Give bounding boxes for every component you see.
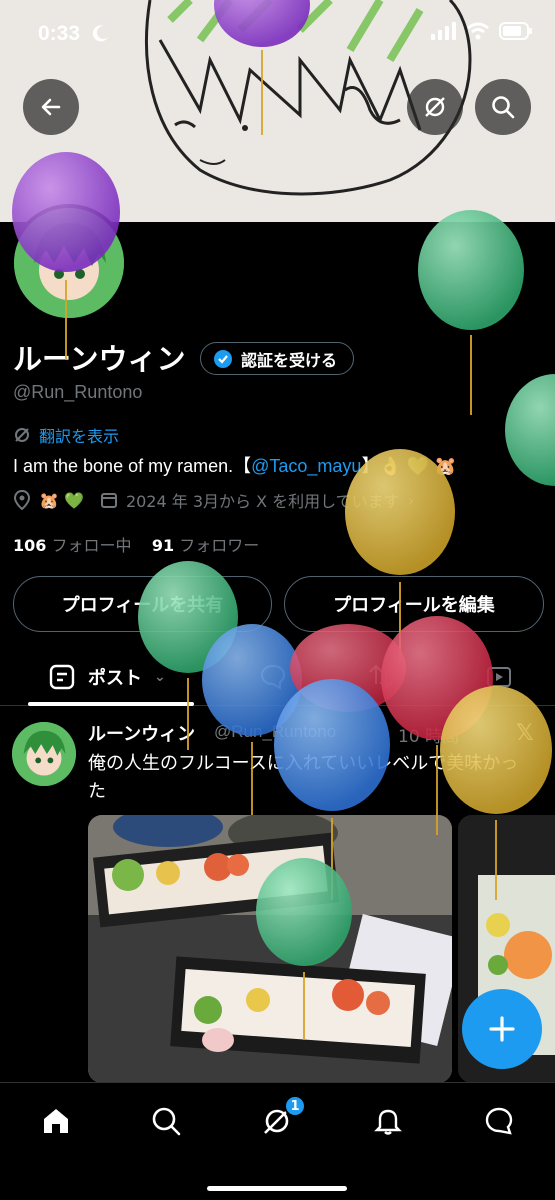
- home-icon: [44, 1109, 68, 1133]
- profile-name: ルーンウィン: [13, 342, 186, 376]
- bio-mention-link[interactable]: @Taco_mayu: [251, 456, 361, 476]
- nav-home[interactable]: [36, 1101, 76, 1141]
- search-icon: [492, 96, 515, 119]
- get-verified-button[interactable]: 認証を受ける: [200, 342, 355, 375]
- post-author-name: ルーンウィン: [88, 724, 196, 745]
- following-label: フォロー中: [51, 536, 132, 555]
- profile-handle: @Run_Runtono: [13, 382, 143, 402]
- profile-meta: 🐹 💚 2024 年 3月から X を利用しています ›: [13, 488, 414, 512]
- translate-bio-link[interactable]: 翻訳を表示: [13, 423, 119, 447]
- chevron-down-icon: ⌄: [154, 669, 166, 685]
- nav-notifications[interactable]: [368, 1101, 408, 1141]
- avatar-image: [14, 208, 124, 318]
- profile-avatar[interactable]: [10, 204, 128, 322]
- status-time: 0:33: [38, 22, 81, 45]
- tab-media[interactable]: [484, 662, 514, 692]
- following-link[interactable]: 106 フォロー中: [13, 536, 132, 555]
- follow-stats: 106 フォロー中 91 フォロワー: [13, 532, 259, 556]
- grok-button[interactable]: [407, 79, 463, 135]
- get-verified-label: 認証を受ける: [241, 350, 338, 370]
- location-text: 🐹 💚: [39, 490, 84, 510]
- balloon-green-edge: [505, 374, 555, 486]
- bio-prefix: I am the bone of my ramen.【: [13, 456, 252, 476]
- verified-icon: [214, 349, 232, 368]
- post-avatar-image: [12, 722, 76, 786]
- post-avatar[interactable]: [12, 722, 76, 786]
- translate-label: 翻訳を表示: [39, 427, 120, 446]
- balloon-green-right: [418, 210, 524, 415]
- followers-count: 91: [151, 536, 175, 555]
- profile-bio: I am the bone of my ramen.【@Taco_mayu】👌 …: [13, 452, 457, 478]
- nav-messages[interactable]: [479, 1101, 519, 1141]
- followers-label: フォロワー: [179, 536, 260, 555]
- wifi-icon: [467, 22, 489, 40]
- chevron-right-icon: ›: [407, 490, 415, 510]
- back-button[interactable]: [23, 79, 79, 135]
- translate-icon: [15, 428, 29, 442]
- messages-icon: [485, 1107, 513, 1135]
- status-indicators: [431, 22, 533, 40]
- bio-suffix: 】👌 💚 🐹: [361, 456, 457, 476]
- notification-badge: 1: [284, 1095, 306, 1117]
- x-logo-icon: 𝕏: [516, 721, 534, 746]
- calendar-icon: [100, 493, 117, 508]
- battery-icon: [499, 22, 532, 40]
- tab-posts[interactable]: ポスト ⌄: [28, 648, 194, 706]
- profile-tabs: ポスト ⌄: [0, 648, 555, 706]
- home-indicator: [207, 1186, 347, 1191]
- post-photo-1[interactable]: [88, 815, 452, 1083]
- nav-search[interactable]: [146, 1101, 186, 1141]
- tab-posts-label: ポスト: [88, 668, 142, 689]
- tab-highlights[interactable]: [366, 662, 396, 692]
- bottom-navigation: 1: [0, 1082, 555, 1200]
- following-count: 106: [13, 536, 47, 555]
- food-photo-image: [88, 815, 452, 1083]
- edit-profile-button[interactable]: プロフィールを編集: [284, 576, 544, 632]
- notifications-icon: [374, 1109, 402, 1135]
- post-text: 俺の人生のフルコースに入れていいレベルで美味かった: [88, 753, 519, 802]
- search-icon: [152, 1107, 181, 1136]
- status-bar: 0:33: [0, 0, 555, 70]
- followers-link[interactable]: 91 フォロワー: [152, 536, 259, 555]
- location-icon: [13, 490, 31, 510]
- post-author-handle: @Run_Runtono: [214, 722, 337, 741]
- back-arrow-icon: [41, 98, 61, 116]
- grok-icon: [425, 97, 445, 117]
- post-timestamp: 10 時間: [398, 727, 460, 747]
- joined-date: 2024 年 3月から X を利用しています: [125, 492, 400, 511]
- share-profile-button[interactable]: プロフィールを共有: [13, 576, 272, 632]
- active-tab-indicator: [28, 702, 194, 706]
- moon-icon: [92, 25, 108, 42]
- compose-button[interactable]: [462, 989, 542, 1069]
- signal-icon: [431, 22, 456, 40]
- compose-icon: [489, 1016, 515, 1042]
- posts-tab-icon: [49, 664, 75, 690]
- tab-replies[interactable]: [258, 662, 288, 692]
- search-button[interactable]: [475, 79, 531, 135]
